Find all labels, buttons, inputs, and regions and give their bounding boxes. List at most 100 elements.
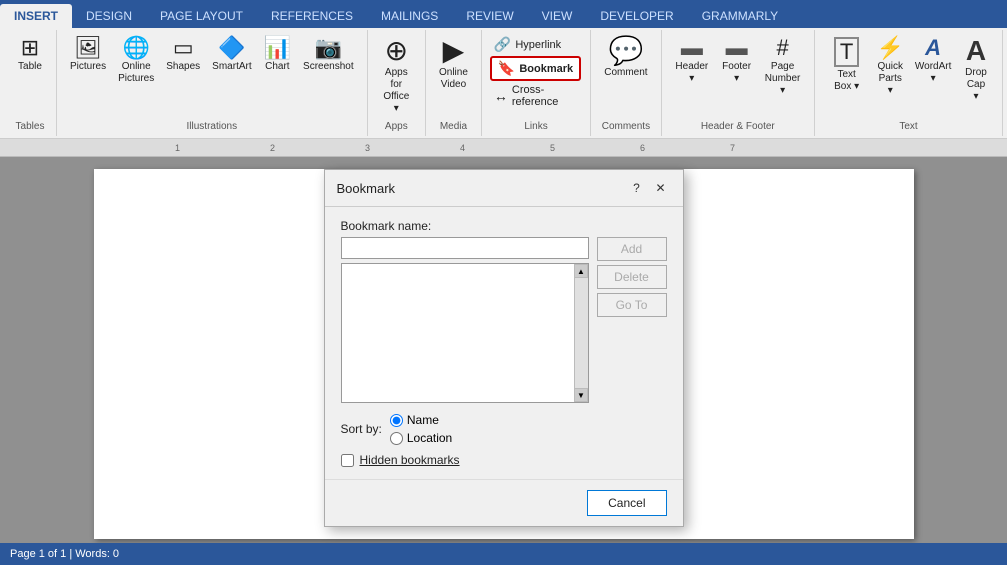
group-apps: ⊕ Apps forOffice ▾ Apps: [368, 30, 426, 136]
ribbon: ⊞ Table Tables 🖼 Pictures 🌐 OnlinePictur…: [0, 28, 1007, 139]
footer-icon: ▬: [726, 37, 748, 59]
screenshot-button[interactable]: 📷 Screenshot: [298, 34, 359, 76]
online-video-button[interactable]: ▶ OnlineVideo: [434, 34, 473, 94]
table-button[interactable]: ⊞ Table: [12, 34, 48, 76]
group-tables: ⊞ Table Tables: [4, 30, 57, 136]
group-label-text: Text: [815, 121, 1002, 132]
sort-by-location[interactable]: Location: [390, 431, 452, 445]
dialog-title-bar: Bookmark ? ✕: [325, 170, 683, 207]
text-box-button[interactable]: T Text Box ▾: [823, 34, 870, 96]
drop-cap-button[interactable]: A DropCap ▾: [958, 34, 994, 106]
header-button[interactable]: ▬ Header ▾: [670, 34, 714, 88]
comment-button[interactable]: 💬 Comment: [599, 34, 652, 82]
sort-options: Name Location: [390, 413, 452, 445]
sort-name-radio[interactable]: [390, 414, 403, 427]
group-label-tables: Tables: [4, 121, 56, 132]
tab-grammarly[interactable]: GRAMMARLY: [688, 4, 792, 28]
chart-label: Chart: [265, 61, 289, 73]
apps-for-office-label: Apps forOffice ▾: [381, 67, 412, 115]
sort-name-label: Name: [407, 413, 439, 427]
tab-page-layout[interactable]: PAGE LAYOUT: [146, 4, 257, 28]
group-label-apps: Apps: [368, 121, 425, 132]
hyperlink-button[interactable]: 🔗 Hyperlink: [490, 34, 565, 55]
comment-icon: 💬: [608, 37, 643, 65]
dialog-content-row: ▲ ▼ Add Delete Go To: [341, 237, 667, 403]
footer-button[interactable]: ▬ Footer ▾: [716, 34, 757, 88]
quick-parts-button[interactable]: ⚡ QuickParts ▾: [872, 34, 908, 100]
bookmark-button[interactable]: 🔖 Bookmark: [490, 56, 581, 81]
dialog-footer: Cancel: [325, 479, 683, 526]
hidden-bookmarks-row: Hidden bookmarks: [341, 453, 667, 467]
group-media: ▶ OnlineVideo Media: [426, 30, 482, 136]
smartart-icon: 🔷: [218, 37, 245, 59]
cancel-button[interactable]: Cancel: [587, 490, 666, 516]
table-icon: ⊞: [21, 37, 39, 59]
online-pictures-button[interactable]: 🌐 OnlinePictures: [113, 34, 159, 88]
group-links: 🔗 Hyperlink 🔖 Bookmark ↔ Cross-reference…: [482, 30, 591, 136]
page-number-label: PageNumber ▾: [764, 61, 801, 97]
apps-for-office-button[interactable]: ⊕ Apps forOffice ▾: [376, 34, 417, 118]
dialog-body: Bookmark name: ▲ ▼ Add: [325, 207, 683, 479]
shapes-icon: ▭: [173, 37, 194, 59]
go-to-button[interactable]: Go To: [597, 293, 667, 317]
sortby-row: Sort by: Name Location: [341, 413, 667, 445]
text-box-label: Text Box ▾: [828, 69, 865, 93]
bookmark-list-scrollbar: ▲ ▼: [574, 264, 588, 402]
add-button[interactable]: Add: [597, 237, 667, 261]
drop-cap-icon: A: [966, 37, 986, 65]
quick-parts-icon: ⚡: [877, 37, 904, 59]
wordart-button[interactable]: A WordArt ▾: [910, 34, 956, 88]
group-illustrations: 🖼 Pictures 🌐 OnlinePictures ▭ Shapes 🔷 S…: [57, 30, 368, 136]
tab-references[interactable]: REFERENCES: [257, 4, 367, 28]
cross-reference-button[interactable]: ↔ Cross-reference: [490, 82, 582, 110]
group-label-header-footer: Header & Footer: [662, 121, 814, 132]
bookmark-name-input[interactable]: [341, 237, 589, 259]
tab-view[interactable]: VIEW: [528, 4, 587, 28]
ruler: 1 2 3 4 5 6 7: [0, 139, 1007, 157]
shapes-button[interactable]: ▭ Shapes: [161, 34, 205, 76]
hyperlink-label: Hyperlink: [515, 39, 561, 51]
scroll-down-arrow[interactable]: ▼: [574, 388, 588, 402]
dialog-main: ▲ ▼: [341, 237, 589, 403]
ribbon-tabs: INSERT DESIGN PAGE LAYOUT REFERENCES MAI…: [0, 0, 1007, 28]
dialog-overlay: Bookmark ? ✕ Bookmark name: ▲: [0, 139, 1007, 543]
hyperlink-icon: 🔗: [494, 36, 511, 53]
tab-mailings[interactable]: MAILINGS: [367, 4, 452, 28]
chart-button[interactable]: 📊 Chart: [259, 34, 296, 76]
table-label: Table: [18, 61, 42, 73]
group-label-media: Media: [426, 121, 481, 132]
comment-label: Comment: [604, 67, 647, 79]
delete-button[interactable]: Delete: [597, 265, 667, 289]
dialog-action-buttons: Add Delete Go To: [597, 237, 667, 403]
dialog-help-button[interactable]: ?: [627, 178, 647, 198]
tab-developer[interactable]: DEVELOPER: [586, 4, 687, 28]
chart-icon: 📊: [264, 37, 291, 59]
footer-label: Footer ▾: [721, 61, 752, 85]
group-label-links: Links: [482, 121, 590, 132]
smartart-label: SmartArt: [212, 61, 251, 73]
document-area: 1 2 3 4 5 6 7 Bookmark ? ✕ Bookmark name…: [0, 139, 1007, 543]
pictures-label: Pictures: [70, 61, 106, 73]
pictures-icon: 🖼: [74, 37, 102, 59]
sort-location-radio[interactable]: [390, 432, 403, 445]
tab-insert[interactable]: INSERT: [0, 4, 72, 28]
hidden-bookmarks-label[interactable]: Hidden bookmarks: [360, 453, 460, 467]
tab-design[interactable]: DESIGN: [72, 4, 146, 28]
cross-reference-label: Cross-reference: [512, 84, 578, 108]
sortby-label: Sort by:: [341, 422, 382, 436]
sort-by-name[interactable]: Name: [390, 413, 452, 427]
group-comments: 💬 Comment Comments: [591, 30, 661, 136]
group-header-footer: ▬ Header ▾ ▬ Footer ▾ # PageNumber ▾ Hea…: [662, 30, 815, 136]
tab-review[interactable]: REVIEW: [452, 4, 527, 28]
hidden-bookmarks-checkbox[interactable]: [341, 454, 354, 467]
pictures-button[interactable]: 🖼 Pictures: [65, 34, 111, 76]
online-pictures-label: OnlinePictures: [118, 61, 154, 85]
scroll-up-arrow[interactable]: ▲: [574, 264, 588, 278]
header-label: Header ▾: [675, 61, 709, 85]
bookmark-list[interactable]: ▲ ▼: [341, 263, 589, 403]
header-icon: ▬: [681, 37, 703, 59]
smartart-button[interactable]: 🔷 SmartArt: [207, 34, 256, 76]
page-number-button[interactable]: # PageNumber ▾: [759, 34, 806, 100]
dialog-close-button[interactable]: ✕: [651, 178, 671, 198]
sort-location-label: Location: [407, 431, 452, 445]
